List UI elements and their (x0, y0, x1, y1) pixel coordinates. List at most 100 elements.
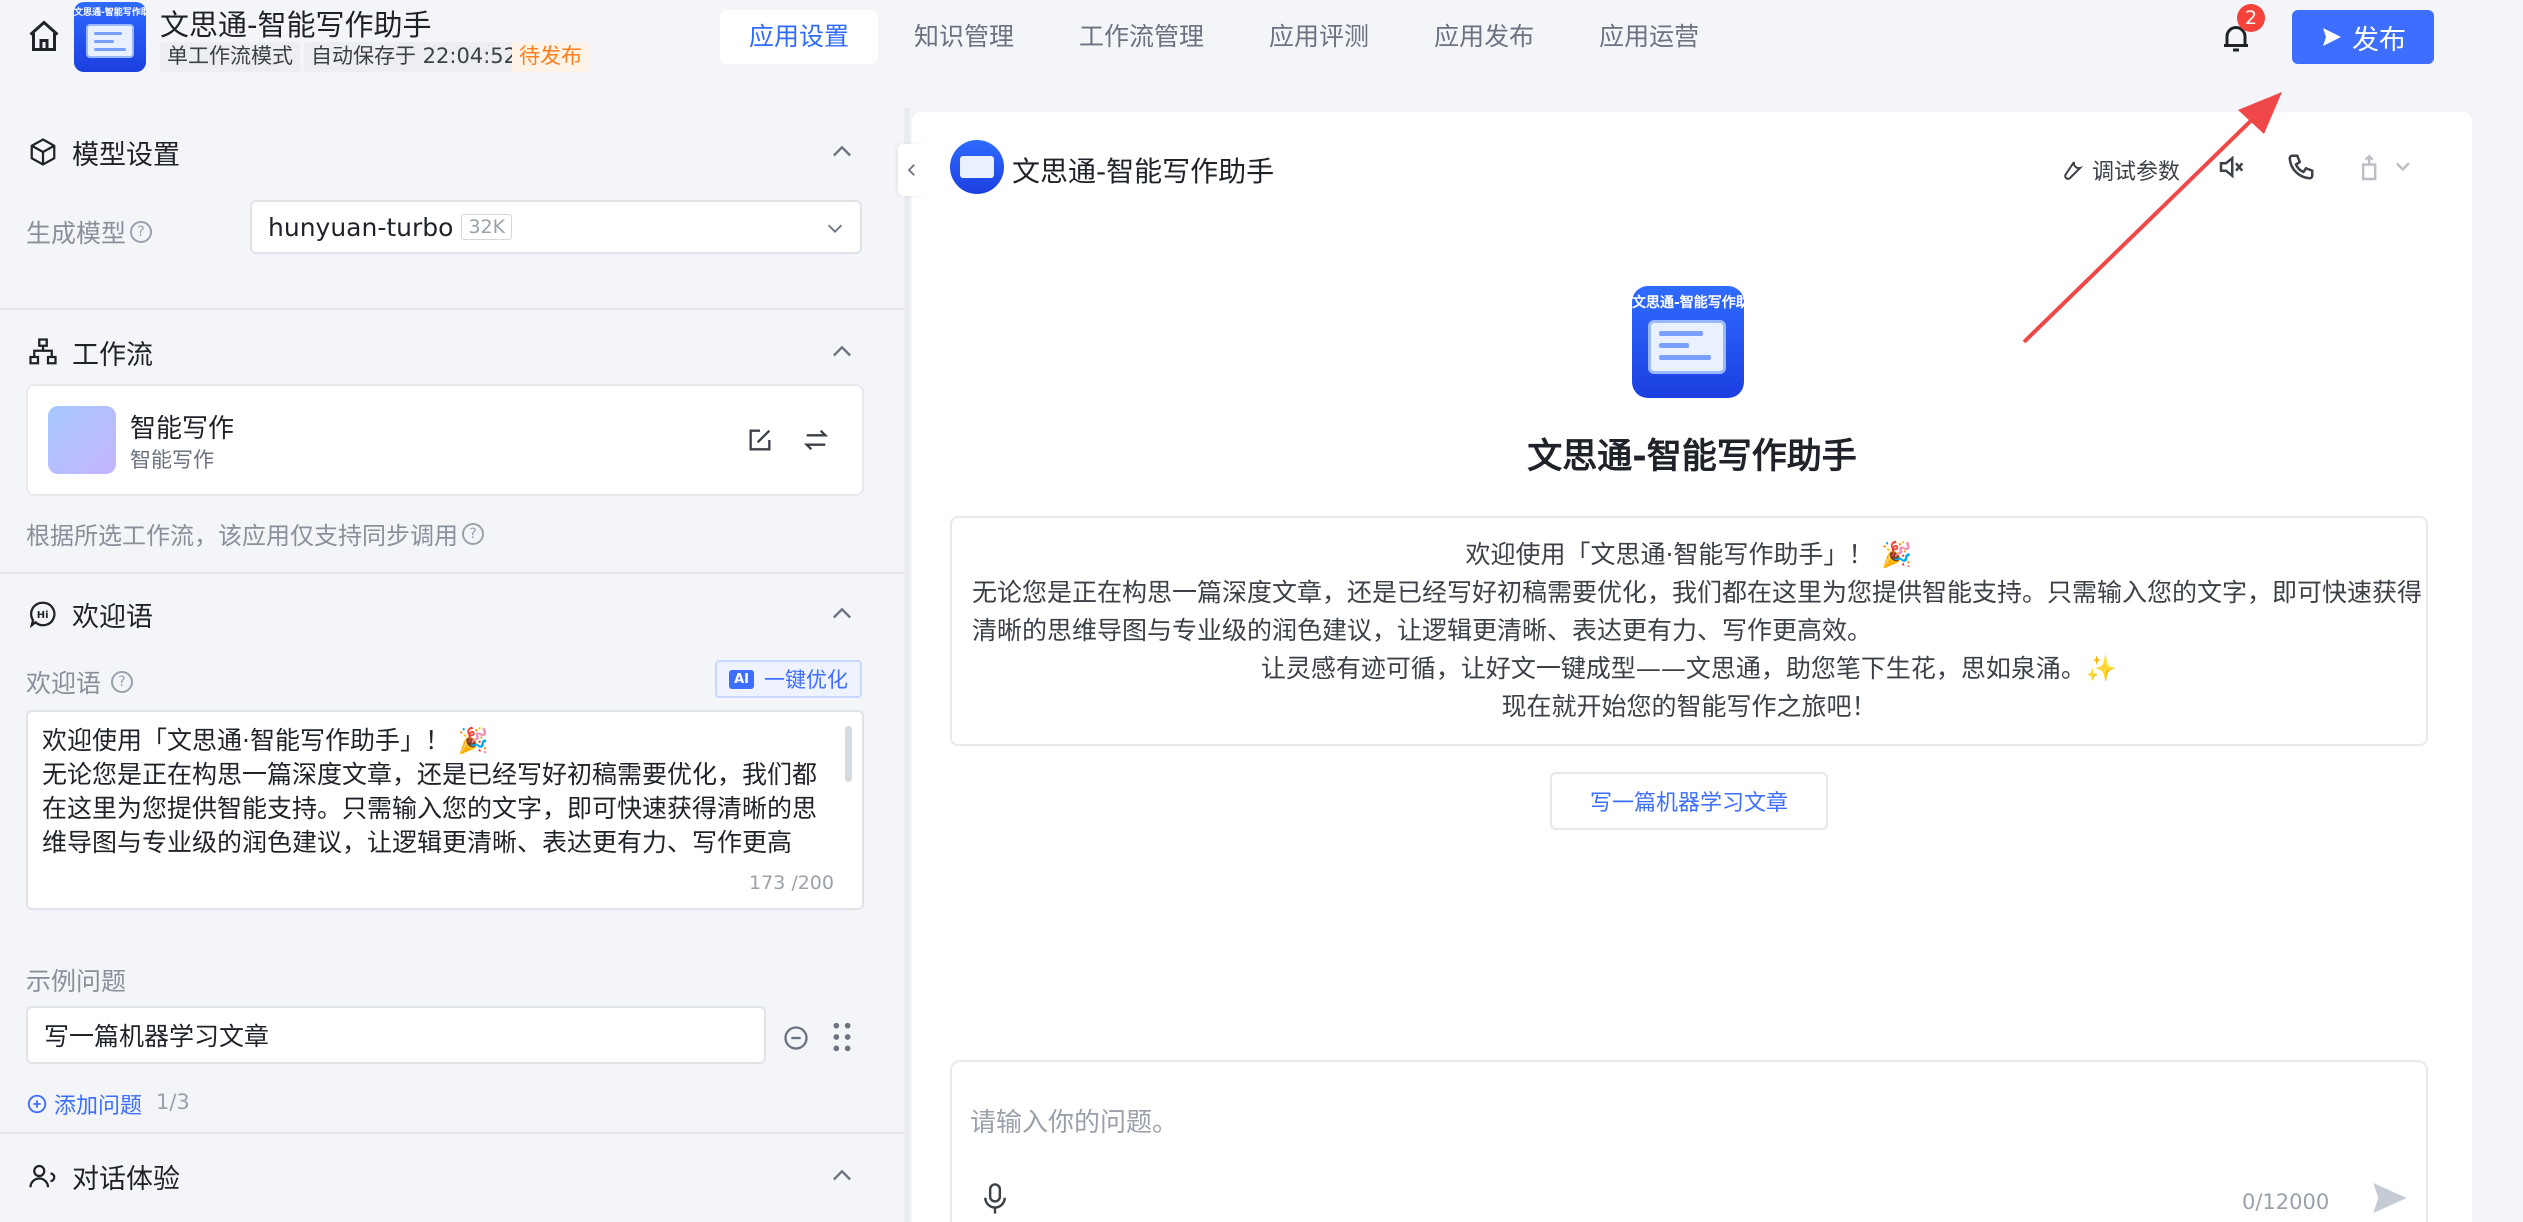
add-question-button[interactable]: 添加问题 (26, 1088, 142, 1120)
tab-publish[interactable]: 应用发布 (1405, 10, 1563, 64)
model-label-text: 生成模型 (26, 219, 127, 248)
svg-text:Hi: Hi (37, 610, 49, 621)
message-line: 现在就开始您的智能写作之旅吧！ (1501, 692, 1877, 721)
edit-icon[interactable] (746, 426, 774, 454)
dialog-section: 对话体验 (0, 1132, 904, 1222)
ai-optimize-label: 一键优化 (764, 668, 848, 692)
mute-speaker-icon[interactable] (2216, 152, 2246, 182)
plus-circle-icon (27, 1094, 47, 1114)
welcome-textarea[interactable]: 欢迎使用「文思通·智能写作助手」！ 🎉 无论您是正在构思一篇深度文章，还是已经写… (26, 710, 864, 910)
example-label: 示例问题 (26, 967, 127, 996)
chevron-left-icon (907, 164, 915, 176)
workflow-section-label: 工作流 (72, 339, 153, 371)
model-section-title[interactable]: 模型设置 (28, 132, 180, 172)
chevron-up-icon[interactable] (828, 338, 856, 366)
preview-avatar (950, 140, 1004, 194)
add-question-label: 添加问题 (54, 1094, 143, 1119)
help-icon[interactable]: ? (111, 671, 134, 693)
tab-knowledge[interactable]: 知识管理 (885, 10, 1043, 64)
debug-params-button[interactable]: 调试参数 (2060, 154, 2180, 186)
chat-char-count: 0/12000 (2242, 1190, 2330, 1214)
publish-label: 发布 (2352, 24, 2406, 56)
center-logo-caption: 文思通-智能写作助 (1632, 295, 1744, 311)
welcome-char-count: 173 /200 (749, 872, 834, 894)
debug-params-label: 调试参数 (2092, 160, 2181, 185)
welcome-section: Hi 欢迎语 欢迎语 ? AI 一键优化 欢迎使用「文思通·智能写作助手」！ 🎉… (0, 572, 904, 1132)
phone-icon[interactable] (2286, 152, 2316, 182)
remove-question-icon[interactable] (782, 1024, 810, 1052)
drag-handle-icon[interactable] (830, 1020, 854, 1054)
workflow-icon (29, 338, 57, 365)
example-question-value: 写一篇机器学习文章 (44, 1022, 270, 1051)
chat-input-placeholder: 请输入你的问题。 (970, 1108, 1179, 1138)
model-section-label: 模型设置 (72, 139, 180, 171)
welcome-field-label: 欢迎语 ? (26, 664, 134, 700)
app-logo: 文思通-智能写作助 (74, 2, 146, 72)
app-title: 文思通-智能写作助手 (160, 8, 432, 42)
center-app-name: 文思通-智能写作助手 (1527, 437, 1857, 477)
chevron-up-icon[interactable] (828, 138, 856, 166)
preview-title: 文思通-智能写作助手 (1012, 155, 1275, 188)
workflow-section: 工作流 智能写作 智能写作 根据所选工作流，该应用仅支持同步调用 ? (0, 308, 904, 572)
tab-workflow[interactable]: 工作流管理 (1050, 10, 1233, 64)
tab-evaluation[interactable]: 应用评测 (1240, 10, 1398, 64)
workflow-subtitle: 智能写作 (130, 448, 214, 472)
main-tabs: 应用设置 知识管理 工作流管理 应用评测 应用发布 应用运营 (720, 10, 1735, 64)
settings-panel: 模型设置 生成模型 ? hunyuan-turbo 32K 工作流 智能写作 智… (0, 108, 904, 1222)
chevron-up-icon[interactable] (828, 1162, 856, 1190)
help-icon[interactable]: ? (130, 221, 153, 243)
microphone-icon[interactable] (980, 1182, 1010, 1216)
textarea-scrollbar[interactable] (845, 726, 852, 782)
context-badge: 32K (461, 214, 513, 240)
message-line: 清晰的思维导图与专业级的润色建议，让逻辑更清晰、表达更有力、写作更高效。 (972, 616, 1873, 645)
send-icon (2323, 28, 2341, 46)
publish-button[interactable]: 发布 (2292, 10, 2434, 64)
welcome-section-title[interactable]: Hi 欢迎语 (28, 594, 153, 634)
panel-divider[interactable] (904, 108, 910, 1222)
user-voice-icon (29, 1164, 56, 1188)
workflow-cube-icon (48, 406, 116, 474)
model-select[interactable]: hunyuan-turbo 32K (250, 200, 862, 254)
message-line: 无论您是正在构思一篇深度文章，还是已经写好初稿需要优化，我们都在这里为您提供智能… (972, 578, 2423, 607)
top-bar: 文思通-智能写作助 文思通-智能写作助手 单工作流模式 自动保存于 22:04:… (0, 0, 2523, 72)
wrench-icon (2064, 161, 2084, 180)
example-question-input[interactable]: 写一篇机器学习文章 (26, 1006, 766, 1064)
workflow-name: 智能写作 (130, 414, 235, 444)
workflow-card[interactable]: 智能写作 智能写作 (26, 384, 864, 496)
workflow-note-text: 根据所选工作流，该应用仅支持同步调用 (26, 522, 458, 550)
autosave-status: 自动保存于 22:04:52 (304, 42, 524, 72)
center-logo-screen-graphic (1648, 320, 1726, 374)
message-line: 欢迎使用「文思通·智能写作助手」！ 🎉 (1465, 540, 1913, 569)
center-app-logo: 文思通-智能写作助 (1632, 286, 1744, 398)
welcome-label-text: 欢迎语 (26, 669, 102, 698)
cube-icon (30, 138, 56, 166)
home-icon[interactable] (26, 18, 62, 54)
workflow-note: 根据所选工作流，该应用仅支持同步调用 ? (26, 516, 484, 551)
logo-caption: 文思通-智能写作助 (74, 8, 146, 18)
switch-icon[interactable] (802, 426, 830, 454)
hi-chat-icon: Hi (29, 601, 56, 629)
model-section: 模型设置 生成模型 ? hunyuan-turbo 32K (0, 108, 904, 308)
collapse-panel-button[interactable] (898, 144, 926, 196)
suggested-question-button[interactable]: 写一篇机器学习文章 (1550, 772, 1828, 830)
mode-tag: 单工作流模式 (160, 42, 300, 72)
dialog-section-label: 对话体验 (72, 1163, 180, 1195)
tab-operations[interactable]: 应用运营 (1570, 10, 1728, 64)
help-icon[interactable]: ? (462, 522, 484, 545)
preview-panel: 文思通-智能写作助手 调试参数 文思通-智能写作助 文思通-智能写作助手 欢迎使… (912, 112, 2472, 1222)
welcome-text: 欢迎使用「文思通·智能写作助手」！ 🎉 无论您是正在构思一篇深度文章，还是已经写… (42, 726, 818, 857)
tab-app-settings[interactable]: 应用设置 (720, 10, 879, 64)
chat-input-box[interactable]: 请输入你的问题。 0/12000 (950, 1060, 2428, 1222)
welcome-section-label: 欢迎语 (72, 601, 153, 633)
share-dropdown-icon[interactable] (2356, 152, 2416, 182)
logo-screen-graphic (86, 24, 134, 58)
message-line: 让灵感有迹可循，让好文一键成型——文思通，助您笔下生花，思如泉涌。✨ (1260, 654, 2118, 683)
status-badge: 待发布 (512, 42, 589, 72)
ai-icon: AI (729, 669, 754, 689)
dialog-section-title[interactable]: 对话体验 (28, 1156, 180, 1196)
ai-optimize-button[interactable]: AI 一键优化 (715, 660, 862, 698)
chevron-up-icon[interactable] (828, 600, 856, 628)
workflow-section-title[interactable]: 工作流 (28, 332, 153, 372)
model-value: hunyuan-turbo (268, 212, 454, 242)
send-icon[interactable] (2370, 1178, 2410, 1218)
